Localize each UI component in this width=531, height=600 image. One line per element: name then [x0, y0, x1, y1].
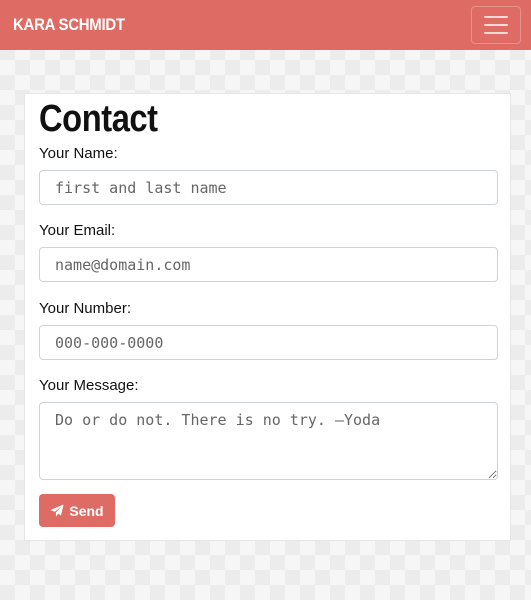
- paper-plane-icon: [50, 503, 64, 517]
- message-label: Your Message:: [39, 377, 139, 394]
- page-title: Contact: [39, 98, 158, 140]
- navbar-toggle-button[interactable]: [471, 6, 521, 44]
- number-label: Your Number:: [39, 300, 131, 317]
- hamburger-menu-icon-bar: [484, 32, 508, 34]
- number-input[interactable]: [39, 325, 498, 360]
- brand-link[interactable]: KARA SCHMIDT: [13, 15, 125, 35]
- name-label: Your Name:: [39, 145, 118, 162]
- name-input[interactable]: [39, 170, 498, 205]
- navbar: KARA SCHMIDT: [0, 0, 531, 50]
- send-button[interactable]: Send: [39, 494, 115, 527]
- email-label: Your Email:: [39, 222, 116, 239]
- hamburger-menu-icon: [484, 16, 508, 18]
- hamburger-menu-icon-bar: [484, 24, 508, 26]
- message-textarea[interactable]: [39, 402, 498, 480]
- email-input[interactable]: [39, 247, 498, 282]
- contact-card: Contact Your Name: Your Email: Your Numb…: [24, 93, 511, 541]
- send-button-label: Send: [69, 502, 104, 519]
